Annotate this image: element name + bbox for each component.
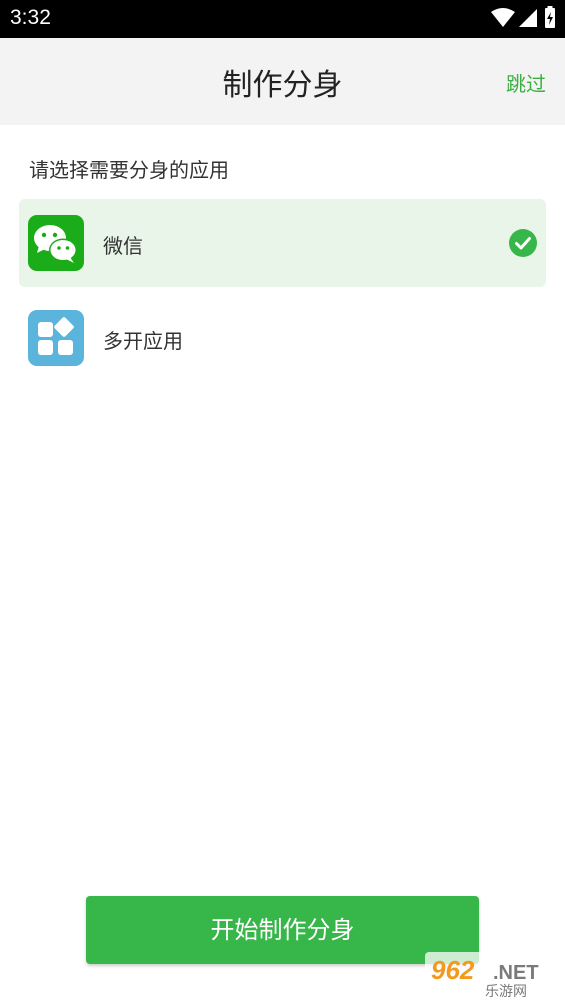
page-title: 制作分身 <box>222 68 343 103</box>
start-clone-button[interactable]: 开始制作分身 <box>86 896 479 964</box>
app-list: 微信 多开应用 <box>19 199 546 389</box>
svg-text:.NET: .NET <box>493 962 539 984</box>
status-icons <box>491 6 555 28</box>
status-time: 3:32 <box>10 6 51 29</box>
wechat-icon <box>28 215 84 271</box>
watermark-logo: 962 .NET 乐游网 <box>425 952 563 1000</box>
multi-app-icon <box>28 310 84 366</box>
battery-charging-icon <box>545 6 555 28</box>
skip-button[interactable]: 跳过 <box>506 68 546 97</box>
select-app-prompt: 请选择需要分身的应用 <box>29 158 229 182</box>
app-item-multi-open[interactable]: 多开应用 <box>19 294 546 382</box>
svg-text:乐游网: 乐游网 <box>485 984 527 1000</box>
header-bar: 制作分身 跳过 <box>0 38 565 125</box>
svg-text:962: 962 <box>431 955 475 985</box>
signal-icon <box>519 9 537 27</box>
check-circle-icon <box>509 229 537 257</box>
app-label-wechat: 微信 <box>103 234 143 258</box>
app-label-multi-open: 多开应用 <box>103 329 183 353</box>
wifi-icon <box>491 8 515 27</box>
app-item-wechat[interactable]: 微信 <box>19 199 546 287</box>
status-bar: 3:32 <box>0 0 565 38</box>
